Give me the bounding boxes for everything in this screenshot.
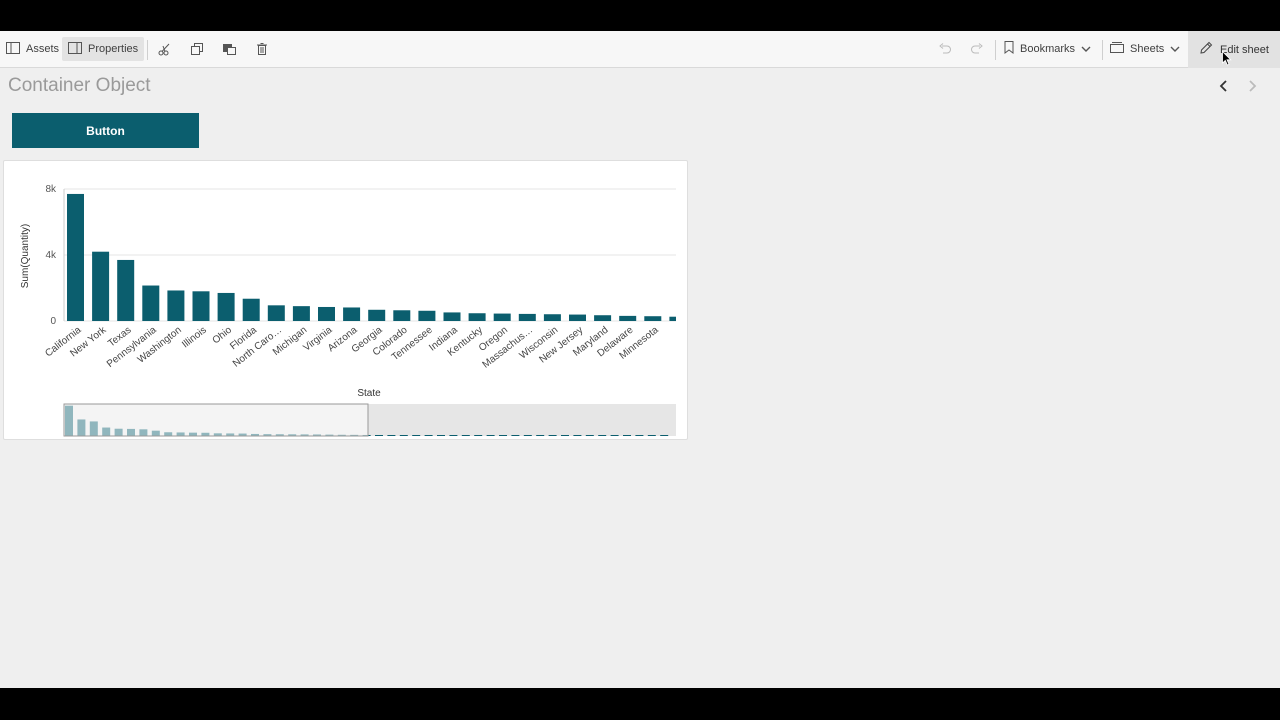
minimap-bar [536,435,545,436]
action-button[interactable]: Button [12,113,199,148]
minimap-bar [573,435,582,436]
bar[interactable] [443,312,461,321]
bar[interactable] [117,259,135,321]
minimap-bar [387,435,396,436]
minimap-bar [635,435,644,436]
minimap-bar [647,435,656,436]
bar[interactable] [292,306,310,321]
bar[interactable] [267,305,285,321]
minimap-bar [561,435,569,436]
bar[interactable] [518,313,536,321]
previous-sheet-icon[interactable] [1216,78,1232,94]
bookmarks-button[interactable]: Bookmarks [998,37,1097,61]
bar[interactable] [92,251,110,321]
bar[interactable] [242,298,260,321]
minimap-bar [412,435,421,436]
minimap-bar [437,435,445,436]
sheets-button[interactable]: Sheets [1104,37,1186,61]
bar[interactable] [493,313,511,321]
bar[interactable] [644,316,662,321]
bar[interactable] [669,316,676,321]
bar[interactable] [418,310,436,321]
bar-chart[interactable]: 04k8k CaliforniaNew YorkTexasPennsylvani… [4,161,687,439]
x-tick-label: Illinois [180,325,209,351]
toolbar-divider [995,40,996,60]
bar[interactable] [318,306,335,321]
toolbar: Assets Properties Bookmarks Sheets Edit … [0,31,1280,68]
minimap-bar [474,435,483,436]
assets-button[interactable]: Assets [0,37,65,61]
bar[interactable] [343,307,361,321]
toolbar-divider [1102,40,1103,60]
bar[interactable] [468,313,486,321]
scrollbar-thumb[interactable] [63,403,369,437]
properties-button[interactable]: Properties [62,37,145,61]
bookmark-icon [1004,41,1014,57]
minimap-bar [585,435,594,436]
bar[interactable] [67,193,84,321]
minimap-bar [424,435,433,436]
minimap-bar [548,435,557,436]
bar[interactable] [167,290,185,321]
chevron-down-icon [1170,43,1180,55]
properties-label: Properties [88,43,139,55]
minimap-bar [375,435,383,436]
edit-sheet-button[interactable]: Edit sheet [1188,31,1280,68]
undo-icon[interactable] [937,41,953,57]
y-axis-label: Sum(Quantity) [20,224,31,288]
cut-icon[interactable] [157,41,173,57]
y-tick-label: 4k [45,250,57,261]
minimap-bar [449,435,458,436]
panel-right-icon [68,41,82,57]
bar-chart-container[interactable]: 0 4k 8k California New York Texas Pennsylvani… [3,160,688,440]
minimap-bar [598,435,607,436]
chevron-down-icon [1081,43,1091,55]
x-axis-label: State [357,388,381,399]
bar[interactable] [368,309,386,321]
bookmarks-label: Bookmarks [1020,43,1076,55]
sheet-canvas: Assets Properties Bookmarks Sheets Edit … [0,31,1280,688]
bar[interactable] [543,314,561,321]
minimap-bar [610,435,619,436]
minimap-bar [523,435,532,436]
bar[interactable] [192,291,210,321]
sheets-icon [1110,41,1124,57]
minimap-bar [660,435,669,436]
redo-icon[interactable] [969,41,985,57]
pencil-icon [1199,41,1213,58]
bar[interactable] [594,315,612,321]
panel-left-icon [6,41,20,57]
bar[interactable] [217,292,235,321]
chart-scrollbar[interactable] [63,403,676,437]
y-tick-label: 0 [50,316,56,327]
paste-icon[interactable] [221,41,237,57]
bar[interactable] [142,285,160,321]
sheets-label: Sheets [1130,43,1165,55]
y-tick-label: 8k [45,184,57,195]
sheet-title: Container Object [8,75,151,96]
minimap-bar [623,435,631,436]
copy-icon[interactable] [189,41,205,57]
minimap-bar [486,435,495,436]
bar[interactable] [619,315,637,321]
delete-icon[interactable] [254,41,270,57]
next-sheet-icon[interactable] [1244,78,1260,94]
minimap-bar [499,435,507,436]
minimap-bar [399,435,408,436]
mouse-cursor-icon [1222,50,1232,71]
bar[interactable] [569,314,586,321]
minimap-bar [461,435,470,436]
toolbar-divider [147,40,148,60]
assets-label: Assets [26,43,60,55]
bar[interactable] [393,310,411,321]
minimap-bar [511,435,520,436]
